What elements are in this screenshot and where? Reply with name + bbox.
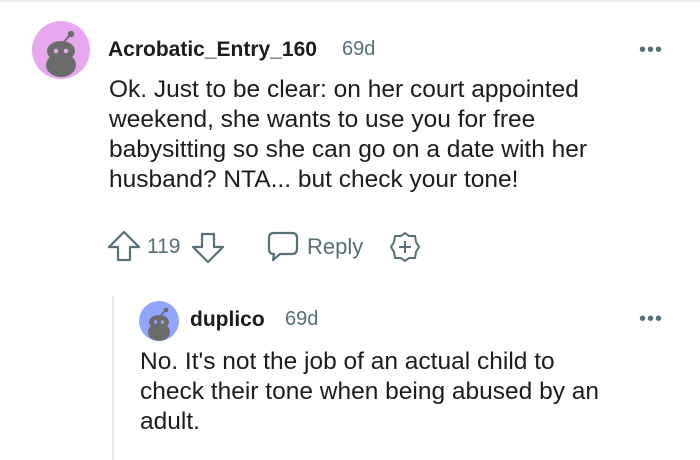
avatar[interactable] [32, 21, 90, 79]
reply-icon[interactable] [266, 230, 300, 262]
reply-body-line: check their tone when being abused by an [140, 377, 600, 405]
upvote-icon[interactable] [107, 230, 141, 262]
more-options-button[interactable]: ••• [639, 40, 663, 60]
award-icon[interactable] [389, 231, 421, 263]
reply-username[interactable]: duplico [190, 308, 265, 332]
comment-username[interactable]: Acrobatic_Entry_160 [108, 38, 317, 62]
vote-score: 119 [147, 235, 181, 258]
comment-body-line: babysitting so she can go on a date with… [109, 135, 588, 163]
snoo-avatar-icon [148, 307, 170, 341]
comment-body-line: husband? NTA... but check your tone! [109, 165, 519, 193]
comment-body: Ok. Just to be clear: on her court appoi… [109, 75, 689, 195]
snoo-avatar-icon [46, 30, 76, 77]
top-divider [0, 0, 700, 2]
avatar[interactable] [139, 301, 179, 341]
comment-body-line: weekend, she wants to use you for free [109, 105, 536, 133]
reply-body: No. It's not the job of an actual child … [140, 347, 690, 437]
thread-line[interactable] [112, 296, 114, 460]
reply-body-line: No. It's not the job of an actual child … [140, 348, 555, 375]
comment-body-line: Ok. Just to be clear: on her court appoi… [109, 76, 579, 103]
downvote-icon[interactable] [191, 232, 225, 264]
more-options-button[interactable]: ••• [639, 309, 663, 329]
comment-age: 69d [342, 38, 376, 60]
reply-button[interactable]: Reply [307, 234, 363, 260]
reply-body-line: adult. [140, 407, 200, 435]
reply-age: 69d [285, 308, 319, 330]
